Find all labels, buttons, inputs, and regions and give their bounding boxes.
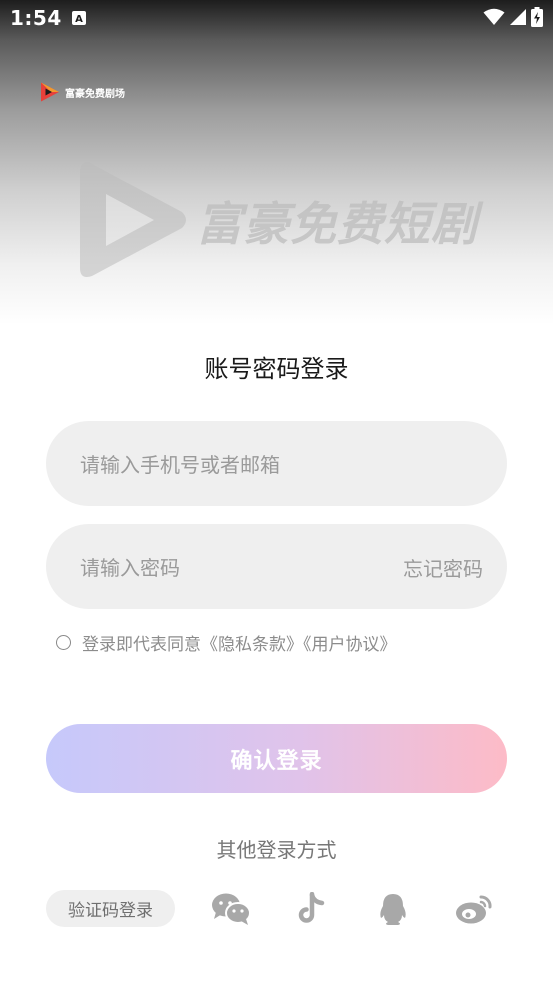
wechat-icon xyxy=(212,893,251,925)
battery-charging-icon xyxy=(531,7,543,27)
wechat-login-button[interactable] xyxy=(211,891,251,927)
forgot-password-link[interactable]: 忘记密码 xyxy=(403,553,483,582)
confirm-login-button[interactable]: 确认登录 xyxy=(46,724,507,793)
password-input[interactable] xyxy=(78,524,382,611)
password-field[interactable]: 忘记密码 xyxy=(46,524,507,611)
other-login-label: 其他登录方式 xyxy=(216,838,337,862)
brand-logo: 富豪免费剧场 xyxy=(38,80,125,104)
brand-name: 富豪免费剧场 xyxy=(65,88,125,100)
hero-banner: 1:54 A 富豪免费剧场 富豪免费短剧 xyxy=(0,0,553,330)
qq-login-button[interactable] xyxy=(373,891,413,927)
weibo-login-button[interactable] xyxy=(454,891,494,927)
sms-login-button[interactable]: 验证码登录 xyxy=(46,890,175,927)
brand-watermark: 富豪免费短剧 xyxy=(76,158,486,282)
agreement-row: 登录即代表同意《隐私条款》《用户协议》 xyxy=(56,630,397,655)
status-icons xyxy=(483,7,543,27)
status-bar: 1:54 A xyxy=(0,0,553,38)
tiktok-login-button[interactable] xyxy=(292,891,332,927)
a-notification-icon: A xyxy=(72,11,86,25)
svg-text:A: A xyxy=(75,14,83,25)
wifi-icon xyxy=(483,8,505,25)
account-field[interactable] xyxy=(46,421,507,508)
agreement-radio[interactable] xyxy=(56,635,71,650)
tiktok-icon xyxy=(298,892,325,923)
agreement-text[interactable]: 登录即代表同意《隐私条款》《用户协议》 xyxy=(82,630,397,655)
qq-icon xyxy=(380,894,406,925)
weibo-icon xyxy=(456,895,492,924)
status-time: 1:54 xyxy=(10,6,62,30)
play-watermark-icon xyxy=(80,162,186,277)
page-title: 账号密码登录 xyxy=(204,355,349,383)
cell-signal-icon xyxy=(510,9,526,25)
watermark-text: 富豪免费短剧 xyxy=(196,197,478,251)
play-logo-icon xyxy=(41,82,59,102)
account-input[interactable] xyxy=(78,421,382,508)
